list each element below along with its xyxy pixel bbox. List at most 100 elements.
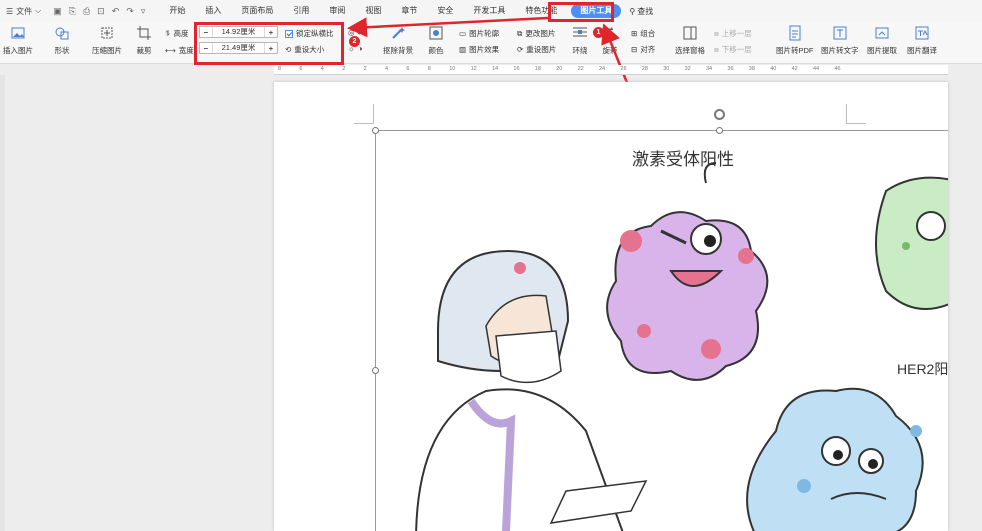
- ruler-tick: 8: [278, 66, 282, 72]
- ruler-tick: 42: [791, 66, 798, 72]
- compress-picture-button[interactable]: 压缩图片: [92, 25, 122, 56]
- crop-button[interactable]: 裁剪: [136, 25, 152, 56]
- contrast-icon: ◐: [357, 28, 363, 37]
- ruler-tick: 18: [534, 66, 541, 72]
- step-badge-1: 1: [593, 27, 604, 38]
- undo-icon[interactable]: ↶: [112, 6, 120, 17]
- green-monster: [875, 176, 948, 310]
- group-icon: ⊞: [631, 29, 638, 38]
- ruler-tick: 36: [727, 66, 734, 72]
- contrast-down-icon: ◑: [357, 44, 363, 53]
- remove-background-button[interactable]: 抠除背景: [383, 25, 413, 56]
- insert-picture-label: 插入图片: [3, 46, 33, 55]
- height-label: ⥮ 高度: [165, 28, 189, 39]
- ruler-tick: 32: [684, 66, 691, 72]
- pdf-icon: [789, 25, 801, 41]
- horizontal-ruler[interactable]: 8 6 4 2 2 4 6 8 10 12 14 16 18 20 22 24 26 28 30 32 34 36 38 40…: [274, 65, 948, 75]
- rotate-handle[interactable]: [714, 109, 725, 120]
- search-label: 查找: [637, 6, 654, 16]
- picture-to-text-button[interactable]: 图片转文字: [821, 25, 859, 56]
- save-icon[interactable]: ▣: [53, 6, 62, 17]
- document-page[interactable]: 激素受体阳性 HER2阳: [274, 82, 948, 531]
- selection-pane-label: 选择窗格: [675, 46, 705, 55]
- ruler-tick: 22: [577, 66, 584, 72]
- picture-effect-button[interactable]: ▨ 图片效果: [459, 44, 499, 55]
- tab-view[interactable]: 视图: [355, 0, 391, 22]
- resize-handle-middle-left[interactable]: [372, 367, 379, 374]
- picture-translate-label: 图片翻译: [907, 46, 937, 55]
- resize-handle-top-center[interactable]: [716, 127, 723, 134]
- wrap-button[interactable]: 环绕: [572, 25, 588, 56]
- selection-pane-button[interactable]: 选择窗格: [675, 25, 705, 56]
- ruler-tick: 40: [770, 66, 777, 72]
- height-icon: ⥮: [165, 28, 171, 38]
- ruler-tick: 16: [513, 66, 520, 72]
- width-icon: ⟷: [165, 46, 176, 55]
- send-backward-icon: ⧈: [714, 44, 719, 54]
- picture-icon: [11, 27, 25, 39]
- tab-insert[interactable]: 插入: [195, 0, 231, 22]
- ruler-tick: 4: [320, 66, 324, 72]
- step-badge-2: 2: [349, 36, 360, 47]
- change-picture-button[interactable]: ⧉ 更改图片: [517, 28, 555, 39]
- tab-references[interactable]: 引用: [283, 0, 319, 22]
- compress-label: 压缩图片: [92, 46, 122, 55]
- redo-icon[interactable]: ↷: [126, 6, 134, 17]
- rotate-icon: [605, 27, 615, 38]
- magic-wand-icon: [392, 27, 405, 39]
- picture-translate-button[interactable]: 图片翻译: [907, 25, 937, 56]
- file-menu[interactable]: ☰ 文件 ⌵: [0, 6, 47, 17]
- rotate-button[interactable]: 旋转: [602, 25, 618, 56]
- ruler-tick: 26: [620, 66, 627, 72]
- caption-hormone-positive: 激素受体阳性: [632, 150, 734, 169]
- preview-icon[interactable]: ⊡: [97, 6, 105, 17]
- remove-background-label: 抠除背景: [383, 46, 413, 55]
- tab-review[interactable]: 审阅: [319, 0, 355, 22]
- picture-outline-button[interactable]: ▭ 图片轮廓: [459, 28, 499, 39]
- margin-corner-right: [846, 104, 866, 124]
- picture-extract-label: 图片提取: [867, 46, 897, 55]
- ruler-tick: 8: [427, 66, 431, 72]
- tab-page-layout[interactable]: 页面布局: [231, 0, 283, 22]
- print-icon[interactable]: ⎙: [83, 6, 90, 17]
- shape-button[interactable]: 形状: [54, 25, 70, 56]
- ruler-tick: 2: [363, 66, 367, 72]
- shape-label: 形状: [54, 46, 70, 55]
- selected-picture[interactable]: 激素受体阳性 HER2阳: [375, 130, 948, 531]
- picture-extract-button[interactable]: 图片提取: [867, 25, 897, 56]
- ruler-tick: 12: [470, 66, 477, 72]
- tab-start[interactable]: 开始: [159, 0, 195, 22]
- tab-security[interactable]: 安全: [427, 0, 463, 22]
- change-picture-icon: ⧉: [517, 28, 523, 38]
- export-icon[interactable]: ⎘: [69, 6, 76, 17]
- color-button[interactable]: 颜色: [428, 25, 444, 56]
- crop-label: 裁剪: [136, 46, 152, 55]
- align-button[interactable]: ⊟ 对齐: [631, 44, 655, 55]
- crop-icon: [137, 26, 151, 40]
- ruler-tick: 14: [492, 66, 499, 72]
- rotate-label: 旋转: [602, 46, 618, 55]
- margin-corner-left: [354, 104, 374, 124]
- picture-to-pdf-button[interactable]: 图片转PDF: [776, 25, 814, 56]
- ruler-tick: 4: [385, 66, 389, 72]
- group-button[interactable]: ⊞ 组合: [631, 28, 655, 39]
- search-button[interactable]: ⚲ 查找: [629, 6, 653, 17]
- reset-picture-button[interactable]: ⟳ 重设图片: [517, 44, 556, 55]
- bring-forward-button[interactable]: ⧈ 上移一层: [714, 28, 752, 39]
- tab-chapter[interactable]: 章节: [391, 0, 427, 22]
- hamburger-icon: ☰: [6, 6, 14, 16]
- resize-handle-top-left[interactable]: [372, 127, 379, 134]
- outline-icon: ▭: [459, 29, 467, 38]
- reset-picture-icon: ⟳: [517, 45, 524, 54]
- ocr-icon: [833, 26, 847, 40]
- vertical-ruler[interactable]: [0, 75, 5, 531]
- send-backward-button[interactable]: ⧈ 下移一层: [714, 44, 752, 55]
- picture-to-text-label: 图片转文字: [821, 46, 859, 55]
- tab-developer[interactable]: 开发工具: [463, 0, 515, 22]
- chevron-down-icon: ⌵: [35, 6, 42, 15]
- customize-icon[interactable]: ▿: [141, 6, 146, 17]
- ruler-tick: 28: [641, 66, 648, 72]
- insert-picture-button[interactable]: 插入图片: [3, 25, 33, 56]
- ruler-tick: 2: [342, 66, 346, 72]
- ruler-tick: 24: [599, 66, 606, 72]
